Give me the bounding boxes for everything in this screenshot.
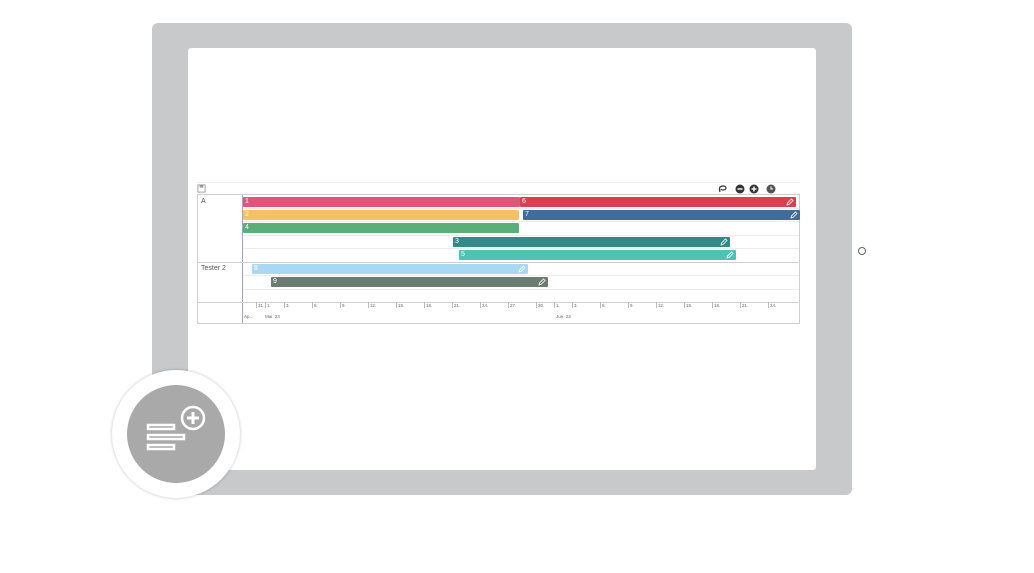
task-bar-2[interactable]: 2 bbox=[243, 210, 519, 220]
tablet-home-button bbox=[858, 247, 866, 255]
tick-label: 1. bbox=[267, 303, 271, 308]
task-bar-3[interactable]: 3 bbox=[453, 237, 730, 247]
task-number: 9 bbox=[273, 278, 277, 285]
task-bar-7[interactable]: 7 bbox=[523, 210, 800, 220]
axis-tick bbox=[508, 302, 509, 308]
axis-tick bbox=[572, 302, 573, 308]
month-label: Jun. 23 bbox=[556, 314, 571, 319]
month-label: Ap... bbox=[244, 314, 254, 319]
tick-label: 18. bbox=[714, 303, 721, 308]
task-number: 8 bbox=[254, 265, 258, 272]
tick-label: 9. bbox=[342, 303, 346, 308]
axis-tick bbox=[768, 302, 769, 308]
gantt-chart: A Tester 2 1 6 2 7 4 3 5 8 9 31. 1. 3. 6… bbox=[197, 194, 800, 324]
task-number: 6 bbox=[522, 198, 526, 205]
task-number: 1 bbox=[245, 198, 249, 205]
task-bar-5[interactable]: 5 bbox=[459, 250, 736, 260]
zoom-out-icon[interactable] bbox=[735, 184, 745, 194]
tick-label: 21. bbox=[454, 303, 461, 308]
task-number: 4 bbox=[245, 224, 249, 231]
task-bar-8[interactable]: 8 bbox=[252, 264, 528, 274]
task-bar-6[interactable]: 6 bbox=[520, 197, 796, 207]
axis-tick bbox=[536, 302, 537, 308]
tick-label: 6. bbox=[314, 303, 318, 308]
group-label-tester-2: Tester 2 bbox=[201, 265, 226, 272]
task-number: 3 bbox=[455, 238, 459, 245]
axis-tick bbox=[656, 302, 657, 308]
axis-tick bbox=[256, 302, 257, 308]
pencil-icon[interactable] bbox=[786, 198, 794, 206]
row-divider bbox=[243, 221, 799, 222]
row-divider bbox=[243, 248, 799, 249]
task-number: 2 bbox=[245, 211, 249, 218]
pencil-icon[interactable] bbox=[518, 265, 526, 273]
tick-label: 12. bbox=[370, 303, 377, 308]
save-icon[interactable] bbox=[197, 184, 206, 193]
tick-label: 3. bbox=[286, 303, 290, 308]
tick-label: 21. bbox=[742, 303, 749, 308]
pencil-icon[interactable] bbox=[720, 238, 728, 246]
tick-label: 27. bbox=[510, 303, 517, 308]
axis-tick bbox=[600, 302, 601, 308]
axis-tick bbox=[424, 302, 425, 308]
tick-label: 6. bbox=[602, 303, 606, 308]
axis-tick bbox=[554, 302, 555, 308]
tick-label: 3. bbox=[574, 303, 578, 308]
axis-tick bbox=[368, 302, 369, 308]
row-divider bbox=[243, 289, 799, 290]
axis-tick bbox=[452, 302, 453, 308]
time-axis: 31. 1. 3. 6. 9. 12. 15. 18. 21. 24. 27. … bbox=[243, 302, 799, 323]
axis-tick bbox=[480, 302, 481, 308]
tick-label: 31. bbox=[258, 303, 265, 308]
tick-label: 18. bbox=[426, 303, 433, 308]
axis-tick bbox=[312, 302, 313, 308]
axis-tick bbox=[684, 302, 685, 308]
clock-icon[interactable] bbox=[766, 184, 776, 194]
lasso-icon[interactable] bbox=[718, 184, 728, 194]
tick-label: 15. bbox=[686, 303, 693, 308]
row-divider bbox=[243, 275, 799, 276]
task-number: 7 bbox=[525, 211, 529, 218]
axis-tick bbox=[396, 302, 397, 308]
tick-label: 24. bbox=[482, 303, 489, 308]
add-list-icon bbox=[146, 405, 206, 451]
task-number: 5 bbox=[461, 251, 465, 258]
group-divider bbox=[198, 262, 799, 263]
axis-tick bbox=[628, 302, 629, 308]
zoom-in-icon[interactable] bbox=[749, 184, 759, 194]
task-bar-1[interactable]: 1 bbox=[243, 197, 520, 207]
tick-label: 12. bbox=[658, 303, 665, 308]
pencil-icon[interactable] bbox=[790, 211, 798, 219]
month-label: Mai. 23 bbox=[265, 314, 280, 319]
tick-label: 1. bbox=[556, 303, 560, 308]
pencil-icon[interactable] bbox=[538, 278, 546, 286]
axis-tick bbox=[340, 302, 341, 308]
tick-label: 15. bbox=[398, 303, 405, 308]
axis-tick bbox=[740, 302, 741, 308]
tick-label: 24. bbox=[770, 303, 777, 308]
row-divider bbox=[243, 235, 799, 236]
axis-tick bbox=[265, 302, 266, 308]
row-divider bbox=[243, 208, 799, 209]
axis-tick bbox=[284, 302, 285, 308]
pencil-icon[interactable] bbox=[726, 251, 734, 259]
group-label-a: A bbox=[201, 198, 206, 205]
axis-tick bbox=[712, 302, 713, 308]
task-bar-4[interactable]: 4 bbox=[243, 223, 519, 233]
tick-label: 30. bbox=[538, 303, 545, 308]
tick-label: 9. bbox=[630, 303, 634, 308]
task-bar-9[interactable]: 9 bbox=[271, 277, 548, 287]
